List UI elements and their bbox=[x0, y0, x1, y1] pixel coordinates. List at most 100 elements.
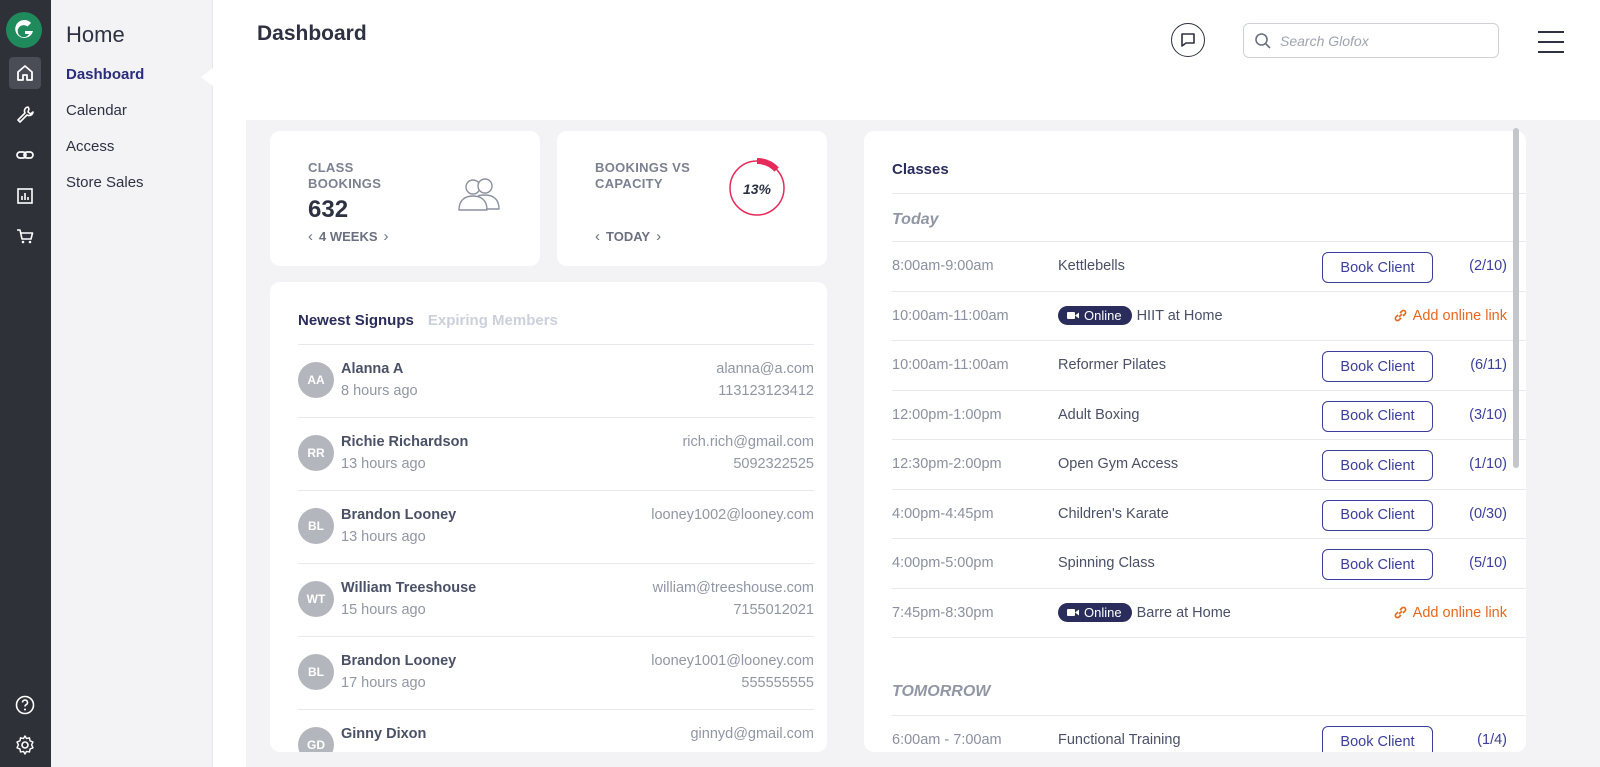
signup-name: Brandon Looney bbox=[341, 653, 457, 669]
class-capacity: (0/30) bbox=[1469, 505, 1507, 522]
day-label-today: Today bbox=[892, 193, 1526, 241]
class-row: 7:45pm-8:30pm Online Barre at Home Add o… bbox=[892, 587, 1526, 638]
link-icon bbox=[1394, 309, 1407, 322]
capacity-ring-arc bbox=[756, 158, 779, 172]
class-time: 4:00pm-4:45pm bbox=[892, 505, 994, 522]
chevron-left-icon[interactable]: ‹ bbox=[308, 228, 313, 245]
sidebar-item-dashboard[interactable]: Dashboard bbox=[66, 66, 144, 83]
search-box[interactable] bbox=[1243, 23, 1499, 58]
tab-expiring-members[interactable]: Expiring Members bbox=[428, 312, 558, 329]
class-row: 6:00am - 7:00am Functional Training Book… bbox=[892, 715, 1526, 752]
chevron-right-icon[interactable]: › bbox=[656, 228, 661, 245]
signup-email: looney1001@looney.com bbox=[651, 653, 814, 669]
section-divider bbox=[892, 637, 1526, 667]
chat-button[interactable] bbox=[1171, 23, 1205, 57]
scrollbar[interactable] bbox=[1513, 128, 1519, 468]
add-online-link[interactable]: Add online link bbox=[1393, 605, 1507, 621]
class-name-text: Kettlebells bbox=[1058, 258, 1125, 274]
class-name: Online HIIT at Home bbox=[1058, 305, 1223, 325]
signup-email: alanna@a.com bbox=[716, 361, 814, 377]
wrench-icon[interactable] bbox=[9, 98, 41, 130]
class-name: Kettlebells bbox=[1058, 258, 1125, 274]
book-client-button[interactable]: Book Client bbox=[1322, 351, 1433, 382]
signup-time: 15 hours ago bbox=[341, 602, 426, 618]
class-name: Functional Training bbox=[1058, 732, 1181, 748]
classes-list: Today 8:00am-9:00am Kettlebells Book Cli… bbox=[892, 193, 1526, 752]
bookings-capacity-period: ‹ TODAY › bbox=[595, 228, 661, 245]
chevron-left-icon[interactable]: ‹ bbox=[595, 228, 600, 245]
signup-time: 13 hours ago bbox=[341, 529, 426, 545]
class-time: 8:00am-9:00am bbox=[892, 258, 994, 274]
link-icon bbox=[1394, 606, 1407, 619]
glofox-logo[interactable] bbox=[6, 12, 42, 48]
class-time: 7:45pm-8:30pm bbox=[892, 604, 994, 621]
class-capacity: (1/10) bbox=[1469, 456, 1507, 472]
signup-name: Ginny Dixon bbox=[341, 726, 427, 742]
class-bookings-label: CLASS BOOKINGS bbox=[308, 160, 382, 191]
book-client-button[interactable]: Book Client bbox=[1322, 450, 1433, 481]
cart-icon[interactable] bbox=[9, 220, 41, 252]
avatar: WT bbox=[298, 581, 334, 617]
book-client-button[interactable]: Book Client bbox=[1322, 400, 1433, 432]
class-name-text: Open Gym Access bbox=[1058, 456, 1179, 472]
link-icon[interactable] bbox=[9, 139, 41, 171]
day-label-tomorrow: TOMORROW bbox=[892, 683, 991, 700]
signup-email: rich.rich@gmail.com bbox=[682, 434, 814, 450]
search-input[interactable] bbox=[1280, 32, 1480, 49]
list-item[interactable]: RR Richie Richardson 13 hours ago rich.r… bbox=[298, 417, 814, 490]
classes-card: Classes Today 8:00am-9:00am Kettlebells … bbox=[864, 131, 1526, 752]
signups-card: Newest Signups Expiring Members AA Alann… bbox=[270, 282, 827, 752]
tab-newest-signups[interactable]: Newest Signups bbox=[298, 312, 414, 329]
class-name: Open Gym Access bbox=[1058, 456, 1178, 472]
class-row: 10:00am-11:00am Online HIIT at Home Add … bbox=[892, 290, 1526, 341]
hamburger-menu-icon[interactable] bbox=[1538, 31, 1564, 53]
signup-phone: 113123123412 bbox=[718, 383, 814, 399]
class-time: 4:00pm-5:00pm bbox=[892, 555, 994, 571]
signup-email: ginnyd@gmail.com bbox=[690, 726, 814, 742]
signup-name: William Treeshouse bbox=[341, 580, 477, 596]
book-client-button[interactable]: Book Client bbox=[1322, 252, 1433, 283]
class-name: Adult Boxing bbox=[1058, 407, 1139, 423]
list-item[interactable]: GD Ginny Dixon ginnyd@gmail.com bbox=[298, 709, 814, 752]
chat-icon bbox=[1181, 33, 1195, 47]
icon-rail bbox=[0, 0, 51, 767]
sidebar-item-calendar[interactable]: Calendar bbox=[66, 102, 127, 119]
class-row: 8:00am-9:00am Kettlebells Book Client (2… bbox=[892, 241, 1526, 291]
online-badge: Online bbox=[1058, 305, 1132, 325]
add-online-link[interactable]: Add online link bbox=[1393, 308, 1507, 324]
book-client-button[interactable]: Book Client bbox=[1322, 726, 1433, 752]
signup-name: Alanna A bbox=[341, 361, 404, 377]
class-row: 4:00pm-5:00pm Spinning Class Book Client… bbox=[892, 538, 1526, 588]
video-camera-icon bbox=[1067, 608, 1079, 616]
online-badge: Online bbox=[1058, 602, 1132, 622]
add-online-link-label: Add online link bbox=[1412, 604, 1507, 621]
search-icon bbox=[1255, 32, 1271, 49]
signup-phone: 555555555 bbox=[741, 675, 814, 691]
list-item[interactable]: BL Brandon Looney 17 hours ago looney100… bbox=[298, 636, 814, 709]
book-client-button[interactable]: Book Client bbox=[1322, 549, 1433, 580]
sidebar-item-store-sales[interactable]: Store Sales bbox=[66, 174, 144, 191]
class-name: Reformer Pilates bbox=[1058, 357, 1166, 373]
class-capacity: (6/11) bbox=[1470, 357, 1507, 373]
class-name-text: Functional Training bbox=[1058, 732, 1181, 748]
list-item[interactable]: AA Alanna A 8 hours ago alanna@a.com 113… bbox=[298, 344, 814, 417]
settings-gear-icon[interactable] bbox=[9, 729, 41, 761]
avatar: AA bbox=[298, 362, 334, 398]
home-icon[interactable] bbox=[9, 57, 41, 89]
list-item[interactable]: WT William Treeshouse 15 hours ago willi… bbox=[298, 563, 814, 636]
help-icon[interactable] bbox=[9, 689, 41, 721]
chevron-right-icon[interactable]: › bbox=[384, 228, 389, 245]
list-item[interactable]: BL Brandon Looney 13 hours ago looney100… bbox=[298, 490, 814, 563]
class-name-text: Children's Karate bbox=[1058, 505, 1169, 522]
secondary-sidebar: Home Dashboard Calendar Access Store Sal… bbox=[51, 0, 213, 767]
class-name: Spinning Class bbox=[1058, 555, 1155, 571]
class-name-text: HIIT at Home bbox=[1136, 308, 1223, 324]
bookings-capacity-period-label: TODAY bbox=[606, 229, 651, 244]
book-client-button[interactable]: Book Client bbox=[1322, 499, 1433, 531]
signup-email: looney1002@looney.com bbox=[651, 507, 814, 523]
users-icon bbox=[458, 178, 500, 211]
reports-icon[interactable] bbox=[9, 180, 41, 212]
sidebar-item-access[interactable]: Access bbox=[66, 138, 114, 155]
active-item-pointer bbox=[201, 68, 213, 86]
class-name-text: Spinning Class bbox=[1058, 555, 1155, 571]
